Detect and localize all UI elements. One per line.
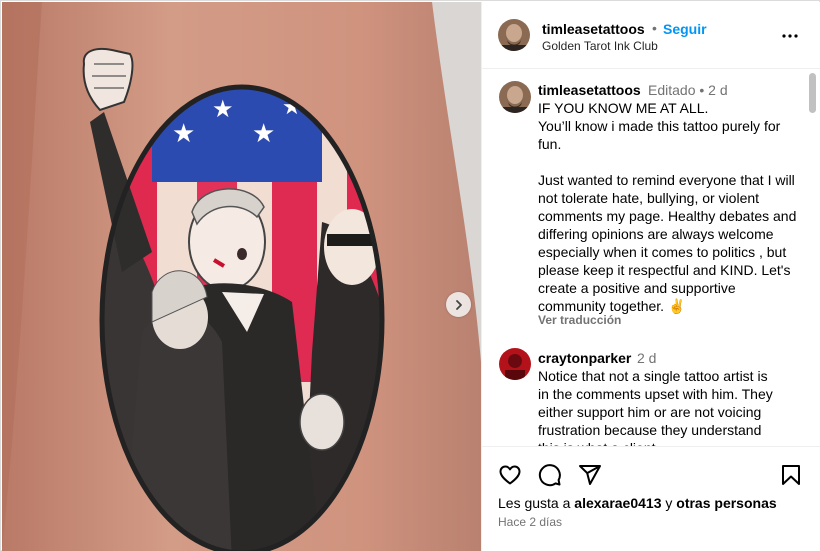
svg-text:★: ★ — [212, 95, 234, 123]
post-media[interactable]: ★ ★ ★ ★ — [2, 2, 481, 551]
next-media-button[interactable] — [446, 292, 471, 317]
post-timestamp[interactable]: Hace 2 días — [498, 515, 562, 529]
comment-text: Notice that not a single tattoo artist i… — [538, 368, 773, 446]
post-location[interactable]: Golden Tarot Ink Club — [542, 39, 658, 53]
follow-button[interactable]: Seguir — [663, 21, 707, 37]
liker-username[interactable]: alexarae0413 — [574, 495, 661, 511]
likes-line: Les gusta a alexarae0413 y otras persona… — [498, 495, 777, 511]
post-header: timleasetattoos • Seguir Golden Tarot In… — [482, 2, 820, 69]
caption-username[interactable]: timleasetattoos — [538, 82, 641, 98]
chevron-right-icon — [455, 299, 462, 310]
caption-text: IF YOU KNOW ME AT ALL. You’ll know i mad… — [538, 100, 797, 314]
svg-text:★: ★ — [252, 119, 275, 149]
scrollbar-thumb[interactable] — [809, 73, 816, 113]
author-avatar[interactable] — [498, 19, 530, 51]
action-bar: Les gusta a alexarae0413 y otras persona… — [482, 446, 820, 551]
comment-icon[interactable] — [538, 463, 562, 487]
svg-text:★: ★ — [172, 119, 195, 149]
heart-icon[interactable] — [498, 463, 522, 487]
author-username[interactable]: timleasetattoos — [542, 21, 645, 37]
comment-username[interactable]: craytonparker — [538, 350, 631, 366]
translate-link[interactable]: Ver traducción — [538, 313, 621, 327]
tattoo-photo: ★ ★ ★ ★ — [2, 2, 481, 551]
caption-avatar[interactable] — [499, 81, 531, 113]
comment-avatar[interactable] — [499, 348, 531, 380]
post-dialog: ★ ★ ★ ★ timleasetattoos • Seguir Golden … — [0, 0, 820, 551]
other-likers-link[interactable]: otras personas — [676, 495, 776, 511]
bookmark-icon[interactable] — [779, 463, 803, 487]
likes-conj: y — [665, 495, 673, 511]
comment-time: 2 d — [637, 350, 657, 366]
comments-scrollbar[interactable] — [807, 70, 817, 446]
more-horizontal-icon[interactable] — [781, 27, 799, 45]
likes-prefix: Les gusta a — [498, 495, 571, 511]
comments-list[interactable]: timleasetattoos Editado • 2 d IF YOU KNO… — [482, 70, 820, 446]
share-icon[interactable] — [578, 463, 602, 487]
caption-meta: Editado • 2 d — [648, 82, 728, 98]
separator-dot: • — [652, 20, 657, 36]
post-panel: timleasetattoos • Seguir Golden Tarot In… — [481, 2, 820, 551]
